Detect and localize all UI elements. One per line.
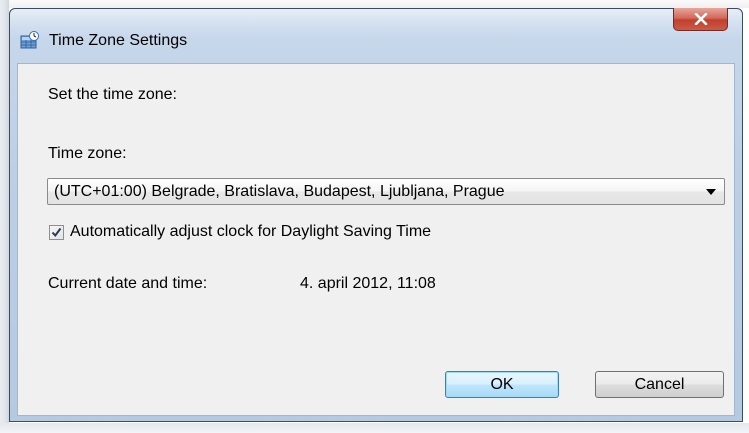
desktop-background-left: [0, 0, 9, 433]
close-button[interactable]: [673, 8, 728, 31]
chevron-down-icon: [706, 189, 716, 195]
time-zone-selected-value: (UTC+01:00) Belgrade, Bratislava, Budape…: [54, 183, 505, 200]
close-icon: [694, 13, 708, 25]
cancel-button[interactable]: Cancel: [595, 371, 724, 398]
check-icon: [51, 227, 62, 238]
time-zone-globe-icon: [20, 31, 40, 49]
current-datetime-label: Current date and time:: [48, 275, 208, 292]
current-datetime-value: 4. april 2012, 11:08: [300, 275, 436, 292]
ok-button[interactable]: OK: [445, 371, 559, 398]
desktop-background-bottom: [0, 423, 749, 433]
dialog-heading: Set the time zone:: [48, 86, 177, 103]
time-zone-dropdown[interactable]: (UTC+01:00) Belgrade, Bratislava, Budape…: [47, 178, 725, 205]
window-title: Time Zone Settings: [49, 32, 188, 49]
dialog-body: Set the time zone: Time zone: (UTC+01:00…: [17, 63, 735, 416]
dst-checkbox[interactable]: [49, 225, 64, 240]
desktop-background-top: [0, 0, 749, 8]
dst-checkbox-label[interactable]: Automatically adjust clock for Daylight …: [70, 222, 431, 242]
time-zone-settings-window: Time Zone Settings Set the time zone: Ti…: [9, 8, 743, 422]
time-zone-label: Time zone:: [48, 145, 127, 162]
